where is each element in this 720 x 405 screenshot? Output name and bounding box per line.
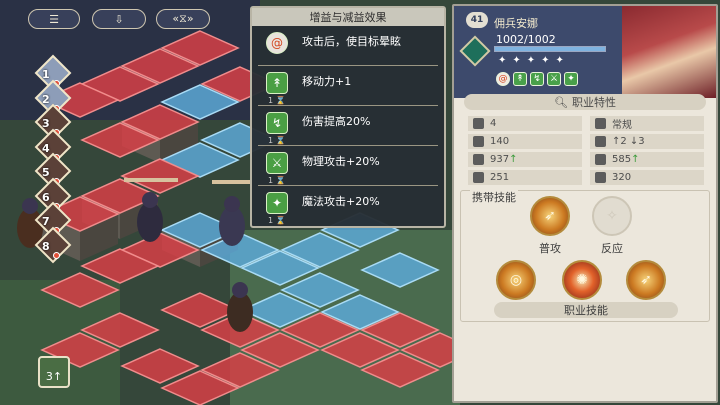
speed-button[interactable]: «⧖» bbox=[156, 9, 210, 29]
buff-duration: 1 ⌛ bbox=[268, 176, 286, 185]
buff-panel: 增益与减益效果 @ 攻击后，使目标晕眩 ↟ 移动力+1 1 ⌛ ↯ 伤害提高20% 1 ⌛ ⚔ 物… bbox=[250, 6, 446, 228]
buff-item: ↟ 移动力+1 1 ⌛ bbox=[258, 66, 438, 106]
buff-duration: 1 ⌛ bbox=[268, 136, 286, 145]
hp-bar bbox=[494, 46, 606, 52]
buff-item: ✦ 魔法攻击+20% 1 ⌛ bbox=[258, 186, 438, 226]
stat-value: ↑2 ↓3 bbox=[612, 136, 645, 147]
turn-counter[interactable]: 3↑ bbox=[38, 356, 70, 388]
pierce-icon[interactable]: ➶ bbox=[626, 260, 666, 300]
game-screen: ☰ ⇩ «⧖» 1 2 3 4 5 6 7 8 3↑ 增益与减益效果 @ 攻击后，使目标晕眩 ↟ 移… bbox=[0, 0, 720, 405]
stat-value: 4 bbox=[490, 118, 497, 129]
stat-defense: 251 bbox=[468, 170, 582, 185]
buff-duration: 1 ⌛ bbox=[268, 96, 286, 105]
spear-attack-icon[interactable]: ➶ bbox=[530, 196, 570, 236]
character-portrait bbox=[622, 6, 716, 98]
turn-order-marker-icon bbox=[53, 251, 60, 259]
terrain-icon bbox=[595, 118, 606, 129]
list-icon: ☰ bbox=[49, 12, 59, 26]
magic-icon bbox=[595, 154, 606, 165]
stat-value: 140 bbox=[490, 136, 510, 147]
turn-icon: ⇩ bbox=[114, 12, 124, 26]
status-effect-icon[interactable]: @ bbox=[496, 72, 510, 86]
turn-order-number: 1 bbox=[42, 68, 50, 81]
status-effect-icon[interactable]: ↯ bbox=[530, 72, 544, 86]
stat-up-icon: ↑ bbox=[631, 154, 640, 165]
enemy-hp-bar bbox=[212, 180, 252, 184]
hp-bar-fill bbox=[495, 47, 605, 51]
stat-value: 320 bbox=[612, 172, 632, 183]
character-name: 佣兵安娜 bbox=[494, 17, 538, 30]
stat-value: 585 bbox=[612, 154, 632, 165]
turn-order-number: 7 bbox=[42, 215, 50, 228]
stat-attack: 937 ↑ bbox=[468, 152, 582, 167]
damage-up-icon: ↯ bbox=[266, 112, 288, 134]
class-icon bbox=[459, 35, 491, 67]
buff-item: @ 攻击后，使目标晕眩 bbox=[258, 26, 438, 66]
attack-icon bbox=[473, 154, 484, 165]
search-icon: 🔍︎ bbox=[554, 95, 568, 109]
skills-section-label: 携带技能 bbox=[470, 189, 518, 205]
end-turn-button[interactable]: ⇩ bbox=[92, 9, 146, 29]
buff-item: ⚔ 物理攻击+20% 1 ⌛ bbox=[258, 146, 438, 186]
enemy-hp-bar bbox=[124, 178, 178, 182]
defense-icon bbox=[473, 172, 484, 183]
stat-magic: 585 ↑ bbox=[590, 152, 704, 167]
buff-item: ↯ 伤害提高20% 1 ⌛ bbox=[258, 106, 438, 146]
stat-hp: 140 bbox=[468, 134, 582, 149]
turn-order-number: 8 bbox=[42, 239, 50, 253]
move-up-icon: ↟ bbox=[266, 72, 288, 94]
job-skills-label: 职业技能 bbox=[494, 302, 678, 318]
turn-order-number: 4 bbox=[42, 141, 50, 155]
phys-atk-up-icon: ⚔ bbox=[266, 152, 288, 174]
turn-order-number: 6 bbox=[42, 190, 50, 204]
character-header: 41 佣兵安娜 1002/1002 ✦✦✦✦✦ @ ↟ ↯ ⚔ ✦ bbox=[454, 6, 716, 98]
resist-icon bbox=[595, 172, 606, 183]
status-effect-icon[interactable]: ↟ bbox=[513, 72, 527, 86]
buff-text: 移动力+1 bbox=[302, 75, 352, 88]
magic-atk-up-icon: ✦ bbox=[266, 192, 288, 214]
stat-up-icon: ↑ bbox=[509, 154, 518, 165]
stat-value: 常规 bbox=[612, 120, 632, 131]
turn-order-number: 5 bbox=[42, 166, 50, 179]
buff-text: 魔法攻击+20% bbox=[302, 195, 380, 208]
status-effect-icon[interactable]: ✦ bbox=[564, 72, 578, 86]
star-rating: ✦✦✦✦✦ bbox=[498, 55, 570, 66]
jump-icon bbox=[595, 136, 606, 147]
menu-button[interactable]: ☰ bbox=[28, 9, 80, 29]
stat-jump: ↑2 ↓3 bbox=[590, 134, 704, 149]
hp-icon bbox=[473, 136, 484, 147]
counter-icon[interactable]: ✧ bbox=[592, 196, 632, 236]
buff-duration: 1 ⌛ bbox=[268, 216, 286, 225]
hp-text: 1002/1002 bbox=[496, 33, 556, 46]
stat-move: 4 bbox=[468, 116, 582, 131]
skill-label: 普攻 bbox=[539, 242, 561, 255]
level-badge: 41 bbox=[466, 12, 488, 28]
buff-text: 攻击后，使目标晕眩 bbox=[302, 35, 401, 48]
turn-order-number: 2 bbox=[42, 92, 50, 106]
buff-panel-title: 增益与减益效果 bbox=[252, 8, 444, 26]
character-panel: 41 佣兵安娜 1002/1002 ✦✦✦✦✦ @ ↟ ↯ ⚔ ✦ 🔍︎ 职业特性 4 常… bbox=[452, 4, 718, 403]
stat-terrain: 常规 bbox=[590, 116, 704, 131]
skill-label: 反应 bbox=[601, 242, 623, 255]
stat-value: 251 bbox=[490, 172, 510, 183]
burst-icon[interactable]: ✺ bbox=[562, 260, 602, 300]
move-icon bbox=[473, 118, 484, 129]
buff-text: 物理攻击+20% bbox=[302, 155, 380, 168]
stun-icon: @ bbox=[266, 32, 288, 54]
class-trait-label: 职业特性 bbox=[571, 96, 616, 109]
status-effect-icon[interactable]: ⚔ bbox=[547, 72, 561, 86]
whirl-icon[interactable]: ◎ bbox=[496, 260, 536, 300]
speed-icon: «⧖» bbox=[172, 12, 194, 25]
class-trait-button[interactable]: 🔍︎ 职业特性 bbox=[464, 94, 706, 110]
buff-text: 伤害提高20% bbox=[302, 115, 371, 128]
stat-value: 937 bbox=[490, 154, 510, 165]
stat-resist: 320 bbox=[590, 170, 704, 185]
turn-order-number: 3 bbox=[42, 117, 50, 130]
